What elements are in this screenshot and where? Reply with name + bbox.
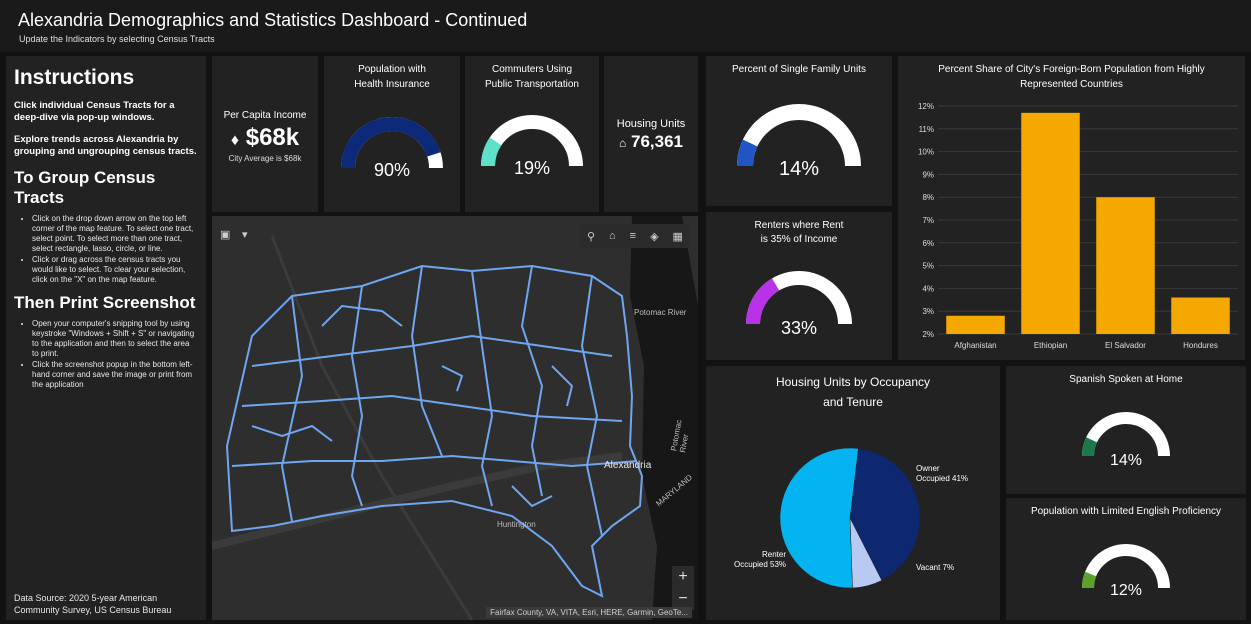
commuters-value: 19%	[513, 158, 551, 178]
housing-units-label: Housing Units	[616, 118, 686, 130]
map-toolbar: ⚲ ⌂ ≡ ◈ ▦	[580, 224, 690, 248]
housing-occupancy-card: Housing Units by Occupancy and Tenure Ow…	[706, 366, 1000, 620]
x-tick-label: Ethiopian	[1034, 341, 1067, 350]
layers-icon[interactable]: ◈	[650, 230, 658, 243]
y-tick-label: 7%	[922, 216, 934, 225]
group-heading: To Group Census Tracts	[14, 168, 156, 207]
pie-label-renter-l1: Renter	[761, 550, 786, 559]
y-tick-label: 6%	[922, 239, 934, 248]
list-item: Open your computer's snipping tool by us…	[32, 319, 198, 359]
y-tick-label: 8%	[922, 193, 934, 202]
map-canvas[interactable]	[212, 216, 698, 620]
zoom-in-button[interactable]: +	[672, 566, 694, 588]
bar-ethiopian[interactable]	[1021, 112, 1080, 334]
pie-label-renter: Renter Occupied 53%	[728, 550, 786, 570]
list-item: Click the screenshot popup in the bottom…	[32, 360, 198, 390]
home-icon[interactable]: ⌂	[609, 230, 616, 242]
dashboard-subtitle: Update the Indicators by selecting Censu…	[19, 34, 215, 44]
per-capita-amount: $68k	[245, 124, 300, 151]
housing-units-value: ⌂ 76,361	[604, 132, 698, 152]
pie-label-owner-l2: Occupied 41%	[916, 474, 969, 483]
list-item: Click or drag across the census tracts y…	[32, 255, 198, 285]
foreign-born-chart-card: Percent Share of City's Foreign-Born Pop…	[898, 56, 1245, 360]
bar-afghanistan[interactable]	[946, 315, 1005, 334]
map-attribution: Fairfax County, VA, VITA, Esri, HERE, Ga…	[486, 607, 692, 618]
commuters-card: Commuters Using Public Transportation 19…	[465, 56, 599, 212]
renters-card: Renters where Rent is 35% of Income 33%	[706, 212, 892, 360]
housing-units-amount: 76,361	[630, 132, 683, 151]
per-capita-foot: City Average is $68k	[228, 154, 302, 163]
money-icon: ♦	[230, 132, 240, 149]
pie-label-owner-l1: Owner	[916, 464, 940, 473]
lep-card: Population with Limited English Proficie…	[1006, 498, 1246, 620]
spanish-value: 14%	[1109, 452, 1143, 469]
per-capita-label: Per Capita Income	[223, 110, 307, 121]
health-insurance-card: Population with Health Insurance 90%	[324, 56, 460, 212]
bar-el-salvador[interactable]	[1096, 197, 1155, 334]
legend-icon[interactable]: ≡	[630, 230, 636, 242]
map-label-alexandria: Alexandria	[604, 460, 652, 471]
map-label-huntington: Huntington	[497, 520, 536, 529]
y-tick-label: 2%	[922, 330, 934, 339]
qr-icon[interactable]: ▦	[673, 230, 683, 243]
lep-value: 12%	[1109, 582, 1143, 599]
select-tool-icon[interactable]: ▣	[220, 228, 230, 241]
instructions-p2: Explore trends across Alexandria by grou…	[14, 134, 197, 157]
x-tick-label: Afghanistan	[954, 341, 996, 350]
dashboard-title: Alexandria Demographics and Statistics D…	[18, 10, 528, 30]
single-family-value: 14%	[778, 158, 820, 180]
y-tick-label: 3%	[922, 307, 934, 316]
print-heading: Then Print Screenshot	[14, 293, 196, 312]
foreign-born-bar-chart: 2% 3% 4% 5% 6% 7% 8% 9% 10% 11% 12% Afghanistan Ethi…	[918, 102, 1238, 350]
y-tick-label: 4%	[922, 284, 934, 293]
single-family-card: Percent of Single Family Units 14%	[706, 56, 892, 206]
dashboard-header: Alexandria Demographics and Statistics D…	[0, 0, 1251, 52]
list-item: Click on the drop down arrow on the top …	[32, 214, 198, 254]
instructions-heading: Instructions	[14, 66, 135, 89]
print-list: Open your computer's snipping tool by us…	[14, 319, 198, 390]
pie-slice-renter-occupied[interactable]	[779, 447, 859, 589]
per-capita-income-card: Per Capita Income ♦ $68k City Average is…	[212, 56, 318, 212]
instructions-p1: Click individual Census Tracts for a dee…	[14, 100, 175, 123]
pie-label-vacant: Vacant 7%	[916, 563, 954, 573]
y-tick-label: 5%	[922, 262, 934, 271]
commuters-gauge	[481, 115, 583, 167]
x-tick-label: El Salvador	[1105, 341, 1146, 350]
pie-label-renter-l2: Occupied 53%	[733, 560, 786, 569]
per-capita-value: ♦ $68k	[212, 124, 318, 152]
health-insurance-value: 90%	[373, 160, 411, 180]
search-icon[interactable]: ⚲	[587, 230, 595, 243]
census-tract-map[interactable]: ▣ ▾ ⚲ ⌂ ≡ ◈ ▦ Potomac River Alexandria H…	[212, 216, 698, 620]
lep-gauge	[1082, 544, 1170, 589]
housing-units-card: Housing Units ⌂ 76,361	[604, 56, 698, 212]
chevron-down-icon[interactable]: ▾	[242, 228, 248, 241]
y-tick-label: 10%	[918, 148, 934, 157]
house-icon: ⌂	[619, 136, 627, 150]
y-tick-label: 9%	[922, 170, 934, 179]
health-insurance-gauge	[341, 117, 443, 169]
spanish-gauge	[1082, 412, 1170, 457]
y-tick-label: 12%	[918, 102, 934, 111]
pie-label-vacant-l1: Vacant 7%	[916, 563, 955, 572]
single-family-gauge	[737, 104, 861, 167]
data-source: Data Source: 2020 5-year American Commun…	[14, 593, 172, 615]
spanish-card: Spanish Spoken at Home 14%	[1006, 366, 1246, 494]
bar-hondures[interactable]	[1171, 297, 1230, 334]
housing-occupancy-pie	[779, 447, 921, 589]
map-label-potomac: Potomac River	[634, 308, 687, 317]
pie-label-owner: Owner Occupied 41%	[916, 464, 968, 484]
group-list: Click on the drop down arrow on the top …	[14, 214, 198, 285]
y-tick-label: 11%	[919, 125, 934, 134]
x-tick-label: Hondures	[1183, 341, 1218, 350]
spanish-gauge-track	[1082, 412, 1170, 457]
renters-value: 33%	[780, 318, 818, 338]
instructions-panel: Instructions Click individual Census Tra…	[6, 56, 206, 620]
